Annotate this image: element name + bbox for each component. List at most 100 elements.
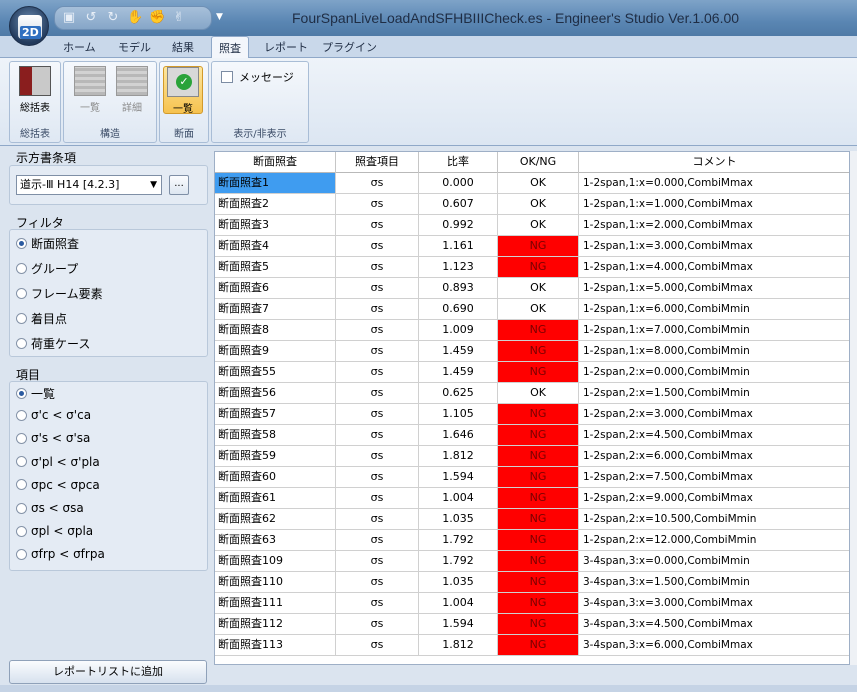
app-menu-button[interactable]: 2D [9,6,49,46]
hand-icon[interactable]: ✌ [171,10,187,26]
ribbon-group-section: ✓ 一覧 断面 [159,61,209,143]
header-comment[interactable]: コメント [579,152,849,173]
header-check-item[interactable]: 照査項目 [336,152,419,173]
save-icon[interactable]: ▣ [61,10,77,26]
vertical-scrollbar[interactable] [850,151,857,665]
cell-comment: 3-4span,3:x=3.000,CombiMmax [579,593,849,613]
table-row[interactable]: 断面照査6 σs 0.893 OK 1-2span,1:x=5.000,CombiMma… [215,278,849,299]
cell-ratio: 1.123 [419,257,498,277]
radio-button[interactable] [16,409,27,421]
filter-option[interactable]: 着目点 [16,310,67,327]
table-row[interactable]: 断面照査63 σs 1.792 NG 1-2span,2:x=12.000,CombiM… [215,530,849,551]
tab-home[interactable]: ホーム [63,39,96,55]
item-option[interactable]: σ's < σ'sa [16,431,90,445]
pan-icon[interactable]: ✋ [127,10,143,26]
table-row[interactable]: 断面照査4 σs 1.161 NG 1-2span,1:x=3.000,CombiMma… [215,236,849,257]
table-row[interactable]: 断面照査9 σs 1.459 NG 1-2span,1:x=8.000,CombiMmi… [215,341,849,362]
cell-section-check: 断面照査62 [215,509,336,529]
message-checkbox[interactable]: メッセージ [221,69,294,85]
tab-plugin[interactable]: プラグイン [322,39,377,55]
radio-button[interactable] [16,313,27,324]
table-row[interactable]: 断面照査1 σs 0.000 OK 1-2span,1:x=0.000,CombiMma… [215,173,849,194]
table-row[interactable]: 断面照査60 σs 1.594 NG 1-2span,2:x=7.500,CombiMm… [215,467,849,488]
horizontal-scrollbar[interactable] [214,665,857,685]
table-row[interactable]: 断面照査3 σs 0.992 OK 1-2span,1:x=2.000,CombiMma… [215,215,849,236]
spec-select[interactable]: 道示-Ⅲ H14 [4.2.3] ▼ [16,175,162,195]
table-row[interactable]: 断面照査56 σs 0.625 OK 1-2span,2:x=1.500,CombiMm… [215,383,849,404]
section-list-button[interactable]: ✓ 一覧 [163,66,203,115]
spec-more-button[interactable]: ... [169,175,189,195]
tab-report[interactable]: レポート [264,39,308,55]
cell-ratio: 1.594 [419,467,498,487]
item-option[interactable]: 一覧 [16,385,55,402]
cell-ratio: 0.690 [419,299,498,319]
radio-button[interactable] [16,238,27,249]
filter-option[interactable]: グループ [16,260,78,277]
cell-ratio: 1.035 [419,572,498,592]
header-ratio[interactable]: 比率 [419,152,498,173]
radio-button[interactable] [16,263,27,274]
item-option[interactable]: σs < σsa [16,501,84,515]
cell-comment: 1-2span,2:x=10.500,CombiMmin [579,509,849,529]
item-option[interactable]: σ'pl < σ'pla [16,455,100,469]
table-row[interactable]: 断面照査112 σs 1.594 NG 3-4span,3:x=4.500,CombiM… [215,614,849,635]
header-section-check[interactable]: 断面照査 [215,152,336,173]
table-row[interactable]: 断面照査61 σs 1.004 NG 1-2span,2:x=9.000,CombiMm… [215,488,849,509]
table-row[interactable]: 断面照査58 σs 1.646 NG 1-2span,2:x=4.500,CombiMm… [215,425,849,446]
radio-button[interactable] [16,456,27,468]
filter-option[interactable]: フレーム要素 [16,285,103,302]
header-ok-ng[interactable]: OK/NG [498,152,579,173]
redo-icon[interactable]: ↻ [105,10,121,26]
cell-comment: 1-2span,1:x=0.000,CombiMmax [579,173,849,193]
table-row[interactable]: 断面照査113 σs 1.812 NG 3-4span,3:x=6.000,CombiM… [215,635,849,656]
checkbox-box[interactable] [221,71,233,83]
structure-list-button[interactable]: 一覧 [70,66,110,114]
cell-check-item: σs [336,425,419,445]
table-row[interactable]: 断面照査2 σs 0.607 OK 1-2span,1:x=1.000,CombiMma… [215,194,849,215]
radio-button[interactable] [16,525,27,537]
radio-button[interactable] [16,502,27,514]
ribbon-group-label: 構造 [100,129,120,140]
table-row[interactable]: 断面照査55 σs 1.459 NG 1-2span,2:x=0.000,CombiMm… [215,362,849,383]
radio-button[interactable] [16,548,27,560]
table-row[interactable]: 断面照査5 σs 1.123 NG 1-2span,1:x=4.000,CombiMma… [215,257,849,278]
cell-section-check: 断面照査1 [215,173,336,193]
table-row[interactable]: 断面照査7 σs 0.690 OK 1-2span,1:x=6.000,CombiMmi… [215,299,849,320]
undo-icon[interactable]: ↺ [83,10,99,26]
tab-check[interactable]: 照査 [211,36,249,59]
structure-detail-button[interactable]: 詳細 [112,66,152,114]
cell-section-check: 断面照査113 [215,635,336,655]
item-option[interactable]: σfrp < σfrpa [16,547,105,561]
table-row[interactable]: 断面照査57 σs 1.105 NG 1-2span,2:x=3.000,CombiMm… [215,404,849,425]
filter-option[interactable]: 断面照査 [16,235,79,252]
add-to-report-list-button[interactable]: レポートリストに追加 [9,660,207,684]
radio-button[interactable] [16,432,27,444]
tab-results[interactable]: 結果 [172,39,194,55]
item-option-label: σpc < σpca [31,477,100,492]
cell-ratio: 1.105 [419,404,498,424]
message-checkbox-label: メッセージ [239,71,294,84]
item-option[interactable]: σpl < σpla [16,524,93,538]
cell-comment: 1-2span,2:x=4.500,CombiMmax [579,425,849,445]
chevron-down-icon[interactable]: ▼ [216,12,223,22]
table-row[interactable]: 断面照査62 σs 1.035 NG 1-2span,2:x=10.500,CombiM… [215,509,849,530]
grab-icon[interactable]: ✊ [149,10,165,26]
item-option[interactable]: σpc < σpca [16,478,100,492]
radio-button[interactable] [16,479,27,491]
item-option[interactable]: σ'c < σ'ca [16,408,91,422]
table-row[interactable]: 断面照査59 σs 1.812 NG 1-2span,2:x=6.000,CombiMm… [215,446,849,467]
radio-button[interactable] [16,288,27,299]
tab-model[interactable]: モデル [118,39,151,55]
table-row[interactable]: 断面照査110 σs 1.035 NG 3-4span,3:x=1.500,CombiM… [215,572,849,593]
summary-table-button[interactable]: 総括表 [15,66,55,114]
filter-option[interactable]: 荷重ケース [16,335,90,352]
cell-section-check: 断面照査109 [215,551,336,571]
table-row[interactable]: 断面照査8 σs 1.009 NG 1-2span,1:x=7.000,CombiMmi… [215,320,849,341]
cell-section-check: 断面照査7 [215,299,336,319]
radio-button[interactable] [16,388,27,399]
table-row[interactable]: 断面照査109 σs 1.792 NG 3-4span,3:x=0.000,CombiM… [215,551,849,572]
table-row[interactable]: 断面照査111 σs 1.004 NG 3-4span,3:x=3.000,CombiM… [215,593,849,614]
radio-button[interactable] [16,338,27,349]
cell-comment: 1-2span,2:x=3.000,CombiMmax [579,404,849,424]
ribbon-group-label: 総括表 [20,129,50,140]
